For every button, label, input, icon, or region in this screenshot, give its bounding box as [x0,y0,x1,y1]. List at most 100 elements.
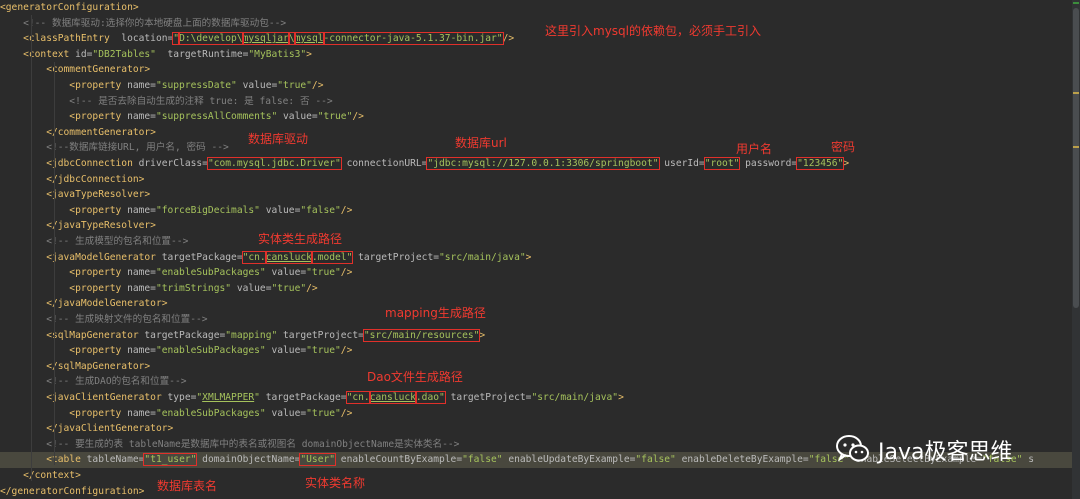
annotation-entity-name: 实体类名称 [305,476,366,490]
boxed-code-token: mysql [293,32,325,46]
code-token: "suppressDate" [155,80,237,91]
code-line[interactable]: <property name="trimStrings" value="true… [0,281,1072,297]
boxed-code-token: .dao" [414,391,446,404]
code-token: "true" [306,267,341,279]
indent-guide [31,15,32,481]
code-line[interactable]: </javaTypeResolver> [0,218,1072,234]
code-line[interactable]: <property name="suppressAllComments" val… [0,109,1072,125]
code-token: s [1022,454,1034,466]
scrollbar-thumb[interactable] [1073,8,1079,308]
code-token: > [479,329,486,341]
code-token: </generatorConfiguration> [0,485,145,497]
code-token: > [306,48,312,60]
code-token: <javaModelGenerator [0,251,156,263]
code-token: "false" [635,454,676,466]
code-token: <javaClientGenerator [0,392,162,403]
code-token: value= [265,267,307,279]
code-token: </javaTypeResolver> [0,220,156,232]
code-token: <property [0,407,122,419]
code-token: /> [306,282,318,294]
code-line[interactable]: </javaModelGenerator> [0,296,1072,312]
annotation-dependency: 这里引入mysql的依赖包，必须手工引入 [545,24,761,38]
vertical-scrollbar[interactable] [1072,0,1080,499]
code-token: <!-- 生成DAO的包名和位置--> [0,376,187,388]
code-line[interactable]: <!--数据库链接URL, 用户名, 密码 --> [0,140,1072,156]
code-token: <property [0,80,122,91]
code-token: </context> [0,470,81,481]
code-token: value= [231,282,272,294]
code-line[interactable]: <javaModelGenerator targetPackage="cn.ca… [0,250,1072,266]
code-line[interactable]: <property name="forceBigDecimals" value=… [0,203,1072,219]
boxed-code-token: "cn. [241,250,267,264]
code-line[interactable]: <property name="enableSubPackages" value… [0,343,1072,359]
scroll-marker [1073,146,1079,148]
code-token: value= [236,80,278,91]
annotation-url: 数据库url [455,136,507,150]
code-token: password= [739,158,798,169]
indent-guide [54,62,55,465]
code-token: value= [259,204,301,216]
code-token: targetPackage= [155,251,243,263]
code-token: value= [265,345,307,357]
code-token: <property [0,267,122,279]
code-token: enableCountByExample= [335,454,463,466]
code-token: "enableSubPackages" [155,267,266,279]
code-token: tableName= [80,454,145,466]
code-line[interactable]: <sqlMapGenerator targetPackage="mapping"… [0,328,1072,344]
code-token: > [843,158,850,169]
code-line[interactable]: </commentGenerator> [0,125,1072,141]
code-token: <context [0,48,70,60]
code-token: enableUpdateByExample= [502,454,636,466]
code-line[interactable]: <classPathEntry location="D:\develop\mys… [0,31,1072,47]
code-line[interactable]: </jdbcConnection> [0,172,1072,188]
code-line[interactable]: <!-- 生成DAO的包名和位置--> [0,374,1072,390]
code-line[interactable]: <generatorConfiguration> [0,0,1072,16]
code-token: userId= [658,158,705,169]
code-token: "enableSubPackages" [155,407,266,419]
code-token: "false" [300,204,341,216]
code-line[interactable]: <jdbcConnection driverClass="com.mysql.j… [0,156,1072,172]
code-line[interactable]: <!-- 数据库驱动:选择你的本地硬盘上面的数据库驱动包--> [0,16,1072,32]
code-token: <generatorConfiguration> [0,2,139,13]
code-line[interactable]: <javaTypeResolver> [0,187,1072,203]
code-token: "true" [306,345,341,357]
code-line[interactable]: </sqlMapGenerator> [0,359,1072,375]
code-token: <property [0,282,122,294]
code-token: "mapping" [225,329,278,341]
code-line[interactable]: <property name="suppressDate" value="tru… [0,78,1072,94]
code-token: /> [311,80,324,91]
code-token: <!-- 数据库驱动:选择你的本地硬盘上面的数据库驱动包--> [0,17,287,29]
code-line[interactable]: <commentGenerator> [0,62,1072,78]
code-token: "src/main/java" [439,251,526,263]
code-line[interactable]: <property name="enableSubPackages" value… [0,406,1072,422]
code-token: /> [340,345,353,357]
code-token: <!--数据库链接URL, 用户名, 密码 --> [0,142,229,154]
code-token: "DB2Tables" [92,48,156,60]
boxed-code-token: .model" [310,250,354,264]
boxed-code-token: D:\develop\ [178,32,244,46]
code-token: </sqlMapGenerator> [0,360,151,372]
annotation-password: 密码 [831,140,856,154]
code-token: <property [0,111,122,123]
watermark-text: Java极客思维 [878,440,1013,465]
boxed-code-token: \ [287,32,296,46]
annotation-username: 用户名 [736,142,773,156]
code-line[interactable]: <!-- 生成映射文件的包名和位置--> [0,312,1072,328]
code-token: connectionURL= [340,158,428,169]
boxed-code-token: "cn. [345,391,371,404]
code-line[interactable]: <!-- 生成模型的包名和位置--> [0,234,1072,250]
code-line[interactable]: <context id="DB2Tables" targetRuntime="M… [0,47,1072,63]
code-token: targetPackage= [138,329,226,341]
code-line[interactable]: <javaClientGenerator type="XMLMAPPER" ta… [0,390,1072,406]
code-line[interactable]: <!-- 是否去除自动生成的注释 true: 是 false: 否 --> [0,94,1072,110]
boxed-code-token: "jdbc:mysql://127.0.0.1:3306/springboot" [426,157,660,170]
code-token: targetProject= [352,251,439,263]
code-token: <property [0,345,122,357]
code-line[interactable]: <property name="enableSubPackages" value… [0,265,1072,281]
boxed-code-token: "123456" [796,157,845,170]
code-token: > [525,251,532,263]
boxed-code-token: "User" [299,453,337,467]
code-editor[interactable]: <generatorConfiguration> <!-- 数据库驱动:选择你的… [0,0,1080,499]
code-token: "true" [306,407,341,419]
code-token: driverClass= [132,158,208,169]
